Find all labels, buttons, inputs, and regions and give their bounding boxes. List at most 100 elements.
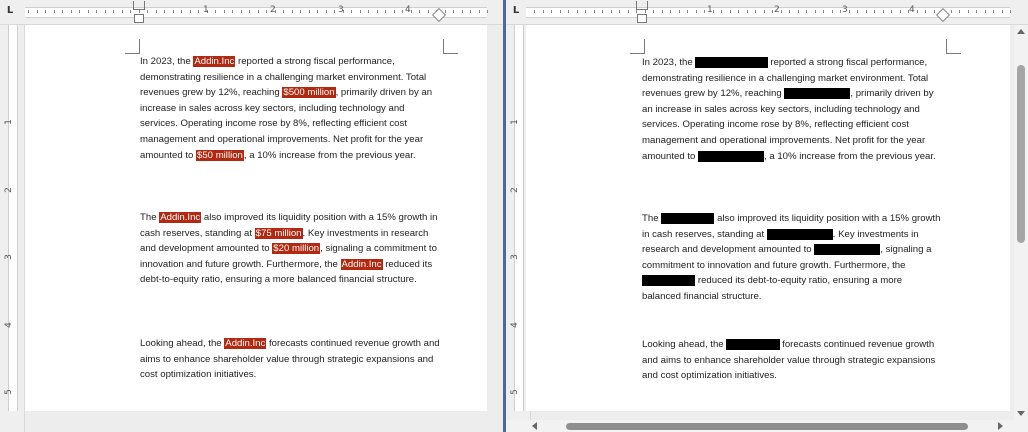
ruler-tick — [585, 10, 586, 13]
ruler-tick — [54, 10, 55, 13]
redaction-box: XXXXXXXX — [661, 213, 715, 224]
paragraph-2[interactable]: The XXXXXXXX also improved its liquidity… — [642, 211, 942, 305]
paragraph-2[interactable]: The Addin.Inc also improved its liquidit… — [140, 210, 440, 288]
ruler-tick — [653, 10, 654, 13]
ruler-tick — [198, 10, 199, 13]
ruler-number: 3 — [338, 5, 344, 15]
scroll-right-arrow-icon[interactable] — [998, 422, 1003, 430]
vertical-ruler-strip — [514, 25, 524, 411]
scroll-down-arrow-icon[interactable] — [1017, 411, 1025, 416]
document-page[interactable]: In 2023, the Addin.Inc reported a strong… — [25, 25, 487, 411]
ruler-tick — [487, 10, 488, 13]
horizontal-ruler[interactable]: L 1 2 3 4 — [0, 0, 503, 25]
horizontal-scrollbar[interactable] — [506, 420, 1028, 432]
ruler-tick — [232, 10, 233, 13]
ruler-tick — [662, 10, 663, 13]
ruler-tick — [292, 10, 293, 13]
highlighted-entity[interactable]: $75 million — [254, 227, 303, 239]
margin-corner-mark — [946, 39, 961, 54]
ruler-tick — [164, 10, 165, 13]
ruler-tick — [445, 10, 446, 13]
ruler-number: 1 — [203, 5, 209, 15]
margin-corner-mark — [443, 39, 458, 54]
ruler-tick — [190, 10, 191, 13]
ruler-tick — [181, 10, 182, 13]
document-page[interactable]: In 2023, the XXXXXXXXXXX reported a stro… — [526, 25, 1010, 411]
ruler-tick — [704, 10, 705, 13]
horizontal-ruler[interactable]: L 1 2 3 4 — [506, 0, 1028, 25]
ruler-tick — [402, 10, 403, 13]
ruler-tick — [428, 10, 429, 13]
ruler-tick — [334, 10, 335, 13]
highlighted-entity[interactable]: Addin.Inc — [340, 258, 383, 270]
tab-selector[interactable]: L — [510, 4, 522, 18]
vertical-scrollbar[interactable] — [1014, 25, 1028, 420]
tab-selector[interactable]: L — [4, 4, 16, 18]
ruler-tick — [628, 10, 629, 13]
ruler-tick — [377, 10, 378, 13]
ruler-tick — [147, 10, 148, 13]
ruler-tick — [696, 10, 697, 13]
paragraph-1[interactable]: In 2023, the XXXXXXXXXXX reported a stro… — [642, 55, 942, 164]
vruler-number: 5 — [3, 389, 14, 395]
ruler-tick — [266, 10, 267, 13]
ruler-tick — [755, 10, 756, 13]
left-indent-marker[interactable] — [636, 1, 648, 23]
redaction-box: XXXXXXXXXX — [814, 244, 881, 256]
ruler-tick — [806, 10, 807, 13]
ruler-tick — [71, 10, 72, 13]
ruler-tick — [976, 10, 977, 13]
vruler-number: 2 — [509, 187, 520, 193]
left-indent-marker[interactable] — [133, 1, 145, 23]
margin-corner-mark — [630, 39, 645, 54]
ruler-tick — [883, 10, 884, 13]
text-run: In 2023, the — [642, 57, 696, 68]
paragraph-3[interactable]: Looking ahead, the XXXXXXXX forecasts co… — [642, 337, 942, 384]
highlighted-entity[interactable]: $500 million — [282, 87, 336, 99]
redaction-box: XXXXXXXXXX — [698, 150, 765, 162]
ruler-tick — [713, 10, 714, 13]
redaction-box: XXXXXXXX — [642, 275, 696, 287]
ruler-tick — [1002, 10, 1003, 13]
highlighted-entity[interactable]: Addin.Inc — [224, 338, 267, 349]
ruler-tick — [874, 10, 875, 13]
ruler-number: 4 — [909, 5, 915, 15]
ruler-tick — [925, 10, 926, 13]
highlighted-entity[interactable]: $20 million — [272, 243, 321, 255]
vruler-number: 4 — [3, 322, 14, 328]
ruler-tick — [560, 10, 561, 13]
ruler-tick — [832, 10, 833, 13]
ruler-tick — [823, 10, 824, 13]
scroll-left-arrow-icon[interactable] — [532, 422, 537, 430]
vruler-number: 1 — [3, 119, 14, 125]
vruler-number: 3 — [3, 254, 14, 260]
ruler-tick — [764, 10, 765, 13]
ruler-tick — [534, 10, 535, 13]
paragraph-3[interactable]: Looking ahead, the Addin.Inc forecasts c… — [140, 336, 440, 383]
vruler-number: 5 — [509, 389, 520, 395]
ruler-tick — [62, 10, 63, 13]
paragraph-1[interactable]: In 2023, the Addin.Inc reported a strong… — [140, 54, 440, 163]
ruler-tick — [317, 10, 318, 13]
ruler-tick — [730, 10, 731, 13]
ruler-tick — [985, 10, 986, 13]
ruler-tick — [283, 10, 284, 13]
highlighted-entity[interactable]: Addin.Inc — [193, 56, 236, 67]
highlighted-entity[interactable]: $50 million — [196, 149, 244, 161]
text-run: , a 10% increase from the previous year. — [764, 150, 936, 162]
ruler-tick — [993, 10, 994, 13]
ruler-tick — [360, 10, 361, 13]
vertical-scroll-thumb[interactable] — [1017, 65, 1025, 243]
vertical-ruler: 1 2 3 4 5 — [0, 25, 25, 432]
ruler-tick — [419, 10, 420, 13]
ruler-tick — [411, 10, 412, 13]
ruler-tick — [917, 10, 918, 13]
highlighted-entity[interactable]: Addin.Inc — [159, 212, 202, 223]
ruler-tick — [934, 10, 935, 13]
scroll-up-arrow-icon[interactable] — [1017, 29, 1025, 34]
ruler-tick — [479, 10, 480, 13]
horizontal-scroll-thumb[interactable] — [566, 423, 968, 430]
redaction-box: XXXXXXXX — [726, 339, 780, 350]
ruler-tick — [96, 10, 97, 13]
ruler-tick — [453, 10, 454, 13]
